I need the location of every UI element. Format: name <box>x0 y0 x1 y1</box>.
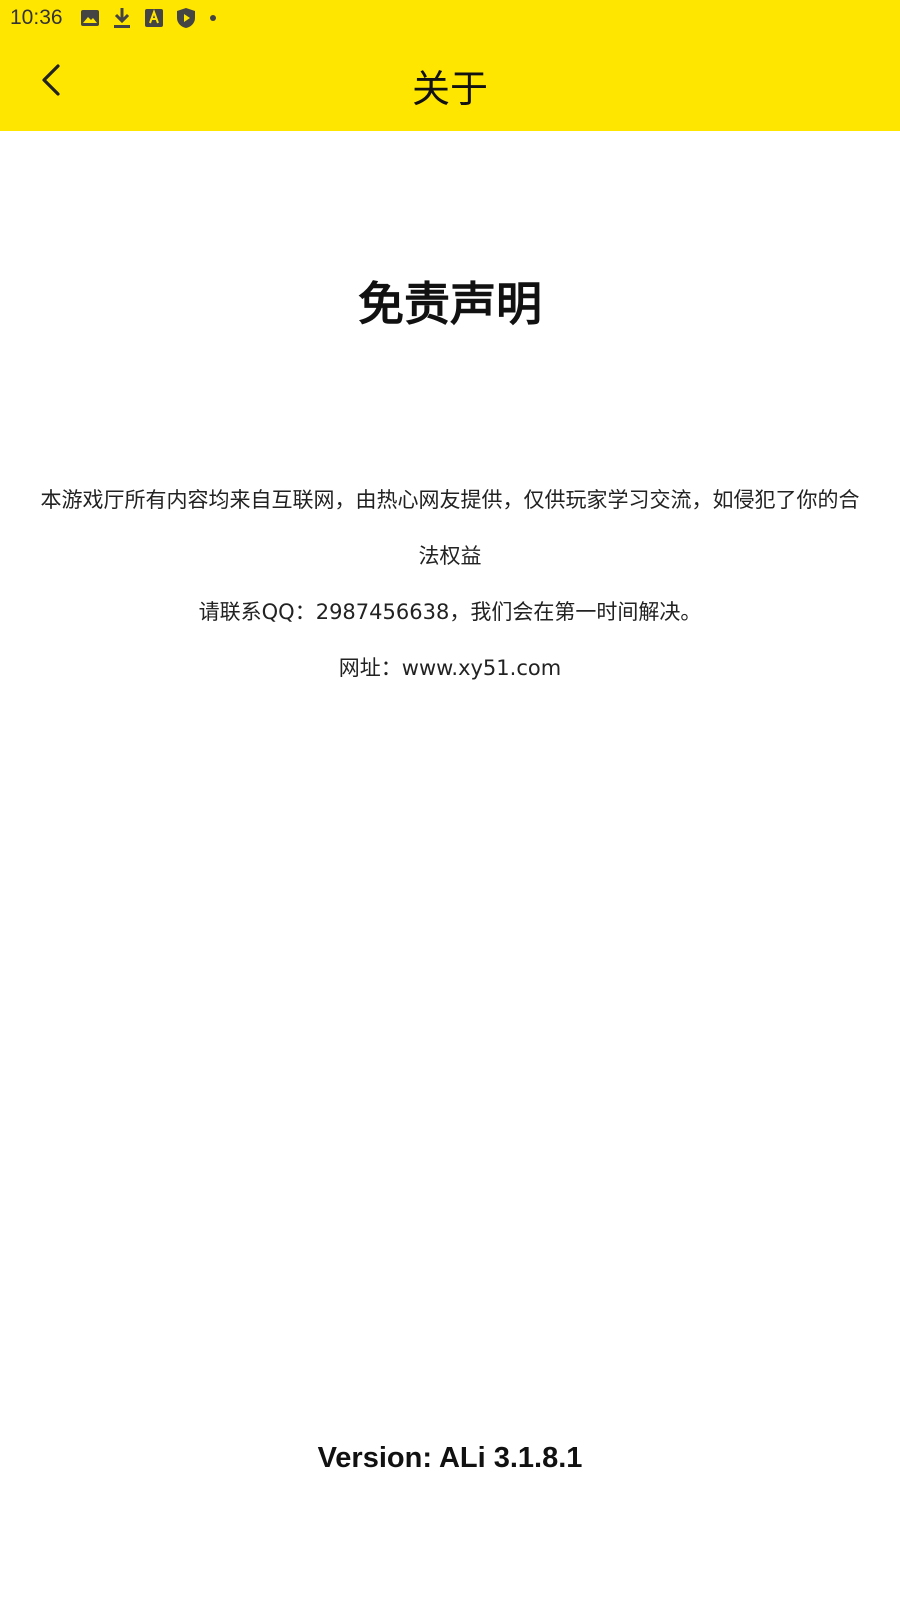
image-icon <box>80 8 100 28</box>
disclaimer-line-1: 本游戏厅所有内容均来自互联网，由热心网友提供，仅供玩家学习交流，如侵犯了你的合 <box>40 488 860 512</box>
app-header: 10:36 关于 <box>0 0 900 131</box>
dot-icon <box>208 13 218 23</box>
download-icon <box>112 7 132 29</box>
website-text: 网址：www.xy51.com <box>338 656 562 680</box>
version-text: Version: ALi 3.1.8.1 <box>317 1442 583 1474</box>
contact-text: 请联系QQ：2987456638，我们会在第一时间解决。 <box>198 600 702 624</box>
status-icons <box>80 7 218 29</box>
app-a-icon <box>144 8 164 28</box>
status-time: 10:36 <box>10 6 63 29</box>
shield-play-icon <box>176 7 196 29</box>
disclaimer-heading: 免责声明 <box>358 277 542 331</box>
page-title: 关于 <box>411 67 488 111</box>
disclaimer-line-2: 法权益 <box>418 544 482 568</box>
